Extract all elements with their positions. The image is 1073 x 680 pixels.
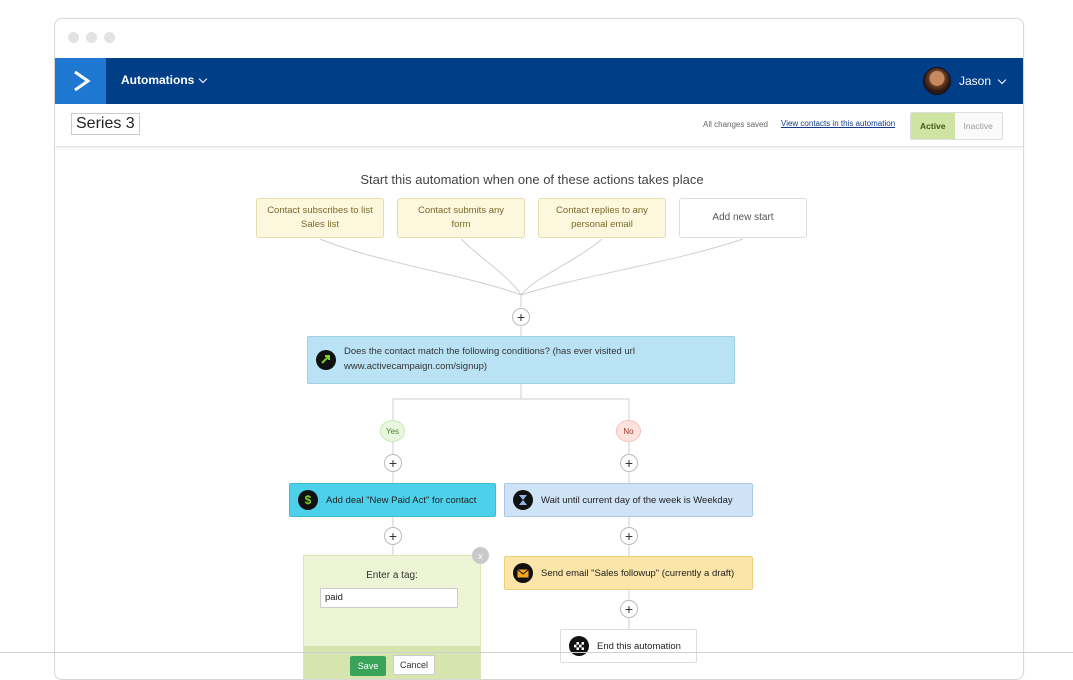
window-close-dot[interactable] — [68, 32, 79, 43]
inactive-toggle-button[interactable]: Inactive — [954, 113, 1002, 139]
window-minimize-dot[interactable] — [86, 32, 97, 43]
start-trigger-form[interactable]: Contact submits any form — [397, 198, 525, 238]
add-deal-step[interactable]: $ Add deal "New Paid Act" for contact — [289, 483, 496, 517]
user-name: Jason — [958, 74, 991, 88]
condition-icon — [316, 350, 336, 370]
condition-step[interactable]: Does the contact match the following con… — [307, 336, 735, 384]
divider — [0, 652, 1073, 653]
send-email-step[interactable]: Send email "Sales followup" (currently a… — [504, 556, 753, 590]
add-step-button[interactable]: + — [384, 454, 402, 472]
automation-canvas: Start this automation when one of these … — [55, 147, 1023, 679]
add-new-start-button[interactable]: Add new start — [679, 198, 807, 238]
start-trigger-email-reply[interactable]: Contact replies to any personal email — [538, 198, 666, 238]
dollar-icon: $ — [298, 490, 318, 510]
automations-menu[interactable]: Automations — [121, 73, 208, 87]
top-navigation-bar: Automations Jason — [55, 58, 1023, 104]
end-automation-text: End this automation — [597, 640, 681, 652]
end-automation-step[interactable]: End this automation — [560, 629, 697, 663]
activecampaign-logo-icon[interactable] — [55, 58, 106, 104]
cancel-tag-button[interactable]: Cancel — [393, 655, 435, 675]
add-step-button[interactable]: + — [512, 308, 530, 326]
window-maximize-dot[interactable] — [104, 32, 115, 43]
no-branch-label: No — [616, 420, 641, 442]
yes-branch-label: Yes — [380, 420, 405, 442]
trigger-heading: Start this automation when one of these … — [360, 172, 704, 187]
series-name-field[interactable]: Series 3 — [71, 113, 140, 135]
window-controls — [68, 32, 115, 43]
send-email-text: Send email "Sales followup" (currently a… — [541, 567, 735, 579]
add-tag-panel: Enter a tag: paid Save Cancel — [303, 555, 481, 679]
save-tag-button[interactable]: Save — [350, 656, 386, 676]
chevron-down-icon — [997, 75, 1007, 84]
automations-menu-label: Automations — [121, 73, 195, 87]
app-window: Automations Jason Series 3 All changes s… — [54, 18, 1024, 680]
add-step-button[interactable]: + — [384, 527, 402, 545]
add-step-button[interactable]: + — [620, 454, 638, 472]
tag-label: Enter a tag: — [366, 570, 418, 581]
avatar — [922, 67, 951, 95]
condition-text: Does the contact match the following con… — [344, 346, 635, 372]
hourglass-icon — [513, 490, 533, 510]
add-deal-text: Add deal "New Paid Act" for contact — [326, 494, 477, 506]
automation-header-bar: Series 3 All changes saved View contacts… — [55, 104, 1023, 147]
save-status: All changes saved — [703, 120, 768, 129]
start-trigger-subscribe[interactable]: Contact subscribes to list Sales list — [256, 198, 384, 238]
add-step-button[interactable]: + — [620, 527, 638, 545]
wait-text: Wait until current day of the week is We… — [541, 494, 733, 506]
user-menu[interactable]: Jason — [922, 67, 1007, 95]
checkered-flag-icon — [569, 636, 589, 656]
tag-input[interactable]: paid — [320, 588, 458, 608]
envelope-icon — [513, 563, 533, 583]
status-toggle: Active Inactive — [910, 112, 1003, 140]
view-contacts-link[interactable]: View contacts in this automation — [781, 119, 895, 128]
wait-step[interactable]: Wait until current day of the week is We… — [504, 483, 753, 517]
active-toggle-button[interactable]: Active — [911, 113, 955, 139]
chevron-down-icon — [199, 74, 208, 83]
add-step-button[interactable]: + — [620, 600, 638, 618]
close-icon[interactable]: x — [472, 547, 489, 564]
